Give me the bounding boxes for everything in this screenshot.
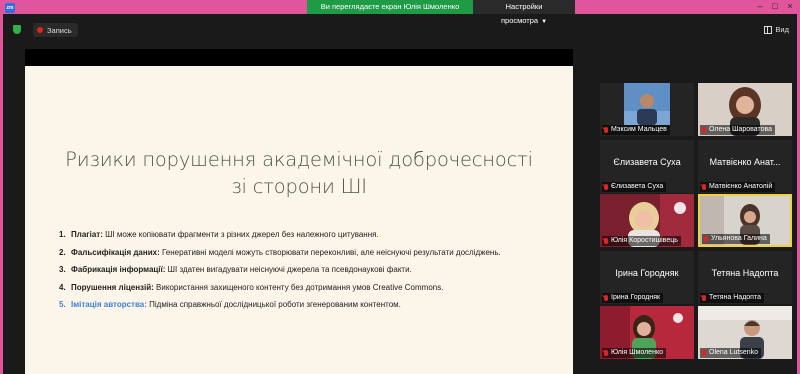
participant-name: Ульянова Галина (711, 235, 767, 242)
participant-name-label: Юлія Коростишівець (602, 236, 681, 246)
participant-name: Мэксим Мальцев (611, 126, 667, 133)
list-item: 2. Фальсифікація даних: Генеративні модел… (59, 248, 569, 266)
item-text: Використання захищеного контенту без дот… (153, 282, 444, 292)
view-options-label: Настройки просмотра (500, 2, 543, 25)
item-number: 2. (59, 247, 66, 257)
zoom-app-icon: zm (5, 3, 15, 13)
recording-indicator[interactable]: Запись (33, 23, 78, 37)
risk-list: 1. Плагіат: ШІ може копіювати фрагменти з… (59, 230, 569, 318)
slide-title-line-1: Ризики порушення академічної доброчеснос… (65, 148, 533, 171)
participant-name: Матвієнко Анатолій (709, 183, 773, 190)
slide-title: Ризики порушення академічної доброчеснос… (25, 146, 573, 200)
participant-name-label: Юлія Шмоленко (602, 348, 666, 358)
mic-muted-icon (702, 127, 706, 133)
participant-tile[interactable]: Матвієнко Анат... Матвієнко Анатолій (698, 140, 792, 193)
meeting-window: Запись Вид Ризики порушення академічної … (3, 14, 797, 374)
mic-muted-icon (702, 350, 706, 356)
list-item: 3. Фабрикація інформації: ШІ здатен вигад… (59, 265, 569, 283)
mic-muted-icon (702, 184, 706, 190)
list-item: 1. Плагіат: ШІ може копіювати фрагменти з… (59, 230, 569, 248)
item-text: Підміна справжньої дослідницької роботи … (146, 300, 401, 310)
participant-name-label: Єлизавета Суха (602, 182, 667, 192)
participant-name-label: Матвієнко Анатолій (700, 182, 776, 192)
participant-name: Олена Шароватова (709, 126, 773, 133)
participant-display-name: Ірина Городняк (615, 268, 679, 278)
participant-display-name: Тетяна Надопта (711, 268, 779, 278)
participant-tile[interactable]: Ірина Городняк Ірина Городняк (600, 251, 694, 304)
mic-muted-icon (604, 295, 608, 301)
participant-name-label: Ірина Городняк (602, 293, 664, 303)
mic-muted-icon (604, 127, 608, 133)
participant-display-name: Матвієнко Анат... (709, 157, 781, 167)
item-term: Фабрикація інформації: (71, 265, 166, 275)
participant-name-label: Olena Lutsenko (700, 348, 762, 358)
record-label: Запись (47, 25, 72, 35)
chevron-down-icon: ▼ (541, 19, 548, 25)
item-number: 1. (59, 230, 66, 239)
participant-tile[interactable]: Юлія Коростишівець (600, 194, 694, 247)
participant-name: Тетяна Надопта (709, 294, 761, 301)
mic-muted-icon (604, 184, 608, 190)
grid-view-icon (764, 25, 773, 34)
item-term: Фальсифікація даних: (71, 247, 160, 257)
item-term: Імітація авторства: (71, 300, 147, 310)
item-text: Генеративні моделі можуть створювати пер… (159, 247, 501, 257)
mic-muted-icon (704, 236, 708, 242)
item-term: Порушення ліцензій: (71, 282, 154, 292)
participant-name-label: Тетяна Надопта (700, 293, 764, 303)
mic-muted-icon (702, 295, 706, 301)
share-status-message: Ви переглядаєте екран Юлія Шмоленко (307, 0, 473, 14)
record-dot-icon (37, 27, 43, 33)
participant-display-name: Єлизавета Суха (613, 157, 681, 167)
item-number: 5. (59, 300, 66, 310)
meeting-top-bar: Запись Вид (3, 14, 797, 48)
mic-muted-icon (604, 238, 608, 244)
participant-name-label: Мэксим Мальцев (602, 125, 670, 135)
participant-tile[interactable]: Olena Lutsenko (698, 306, 792, 359)
participant-tile[interactable]: Юлія Шмоленко (600, 306, 694, 359)
view-label: Вид (775, 25, 789, 34)
participant-tile[interactable]: Єлизавета Суха Єлизавета Суха (600, 140, 694, 193)
item-number: 3. (59, 265, 66, 275)
item-number: 4. (59, 282, 66, 292)
participant-name-label: Ульянова Галина (702, 234, 770, 244)
view-options-button[interactable]: Настройки просмотра ▼ (473, 0, 575, 25)
participant-tile-active-speaker[interactable]: Ульянова Галина (698, 194, 792, 247)
minimize-button[interactable]: – (753, 0, 767, 14)
view-button[interactable]: Вид (764, 25, 789, 34)
maximize-button[interactable]: □ (768, 0, 782, 14)
participant-name: Єлизавета Суха (611, 183, 664, 190)
close-window-button[interactable]: × (783, 0, 797, 14)
participant-name: Olena Lutsenko (709, 349, 759, 356)
participant-tile[interactable]: Мэксим Мальцев (600, 83, 694, 136)
screen-share-banner: Ви переглядаєте екран Юлія Шмоленко Наст… (307, 0, 575, 25)
list-item: 4. Порушення ліцензій: Використання захищ… (59, 283, 569, 301)
list-item: 5. Імітація авторства: Підміна справжньої… (59, 300, 569, 318)
participant-name: Ірина Городняк (611, 294, 661, 301)
participant-name-label: Олена Шароватова (700, 125, 776, 135)
item-text: ШІ здатен вигадувати неіснуючі джерела т… (165, 265, 412, 275)
slide-title-line-2: зі сторони ШІ (231, 175, 367, 198)
shared-screen-header (25, 49, 573, 66)
item-term: Плагіат: (71, 230, 103, 239)
participant-tile[interactable]: Тетяна Надопта Тетяна Надопта (698, 251, 792, 304)
mic-muted-icon (604, 350, 608, 356)
shared-slide: Ризики порушення академічної доброчеснос… (25, 66, 573, 374)
participant-tile[interactable]: Олена Шароватова (698, 83, 792, 136)
item-text: ШІ може копіювати фрагменти з різних дже… (102, 230, 379, 239)
shield-icon[interactable] (13, 25, 21, 34)
participant-name: Юлія Коростишівець (611, 237, 678, 244)
participant-name: Юлія Шмоленко (611, 349, 663, 356)
